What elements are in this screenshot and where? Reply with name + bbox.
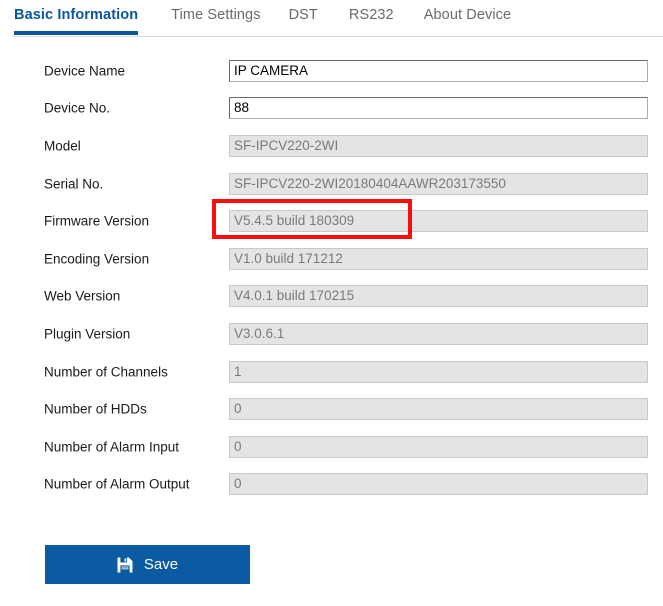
form-row-plugin-version: Plugin Version V3.0.6.1	[0, 315, 663, 353]
field-value-number-of-alarm-output: 0	[234, 476, 242, 492]
field-number-of-alarm-input: 0	[229, 435, 648, 458]
field-value-serial-no: SF-IPCV220-2WI20180404AAWR203173550	[234, 175, 506, 191]
label-device-name: Device Name	[44, 63, 126, 79]
form-row-number-of-channels: Number of Channels 1	[0, 353, 663, 391]
field-firmware-version: V5.4.5 build 180309	[229, 210, 648, 233]
field-number-of-alarm-output: 0	[229, 473, 648, 496]
label-encoding-version: Encoding Version	[44, 251, 150, 267]
field-value-model: SF-IPCV220-2WI	[234, 137, 339, 153]
tab-label: RS232	[348, 7, 394, 23]
tab-label: About Device	[423, 7, 512, 23]
form-row-number-of-alarm-output: Number of Alarm Output 0	[0, 466, 663, 504]
field-device-no[interactable]: 88	[229, 97, 648, 120]
field-value-plugin-version: V3.0.6.1	[234, 325, 285, 341]
tab-bar: Basic Information Time Settings DST RS232 Ab…	[0, 0, 663, 38]
field-plugin-version: V3.0.6.1	[229, 322, 648, 345]
form-row-model: Model SF-IPCV220-2WI	[0, 127, 663, 165]
label-model: Model	[44, 138, 81, 154]
label-number-of-hdds: Number of HDDs	[44, 401, 147, 417]
field-number-of-hdds: 0	[229, 398, 648, 421]
field-device-name[interactable]: IP CAMERA	[229, 59, 648, 82]
field-value-number-of-alarm-input: 0	[234, 438, 242, 454]
tab-label: Time Settings	[171, 7, 261, 23]
form-row-firmware-version: Firmware Version V5.4.5 build 180309	[0, 202, 663, 240]
basic-information-form: Device Name IP CAMERA Device No. 88 Model SF-…	[0, 52, 663, 503]
tab-label: Basic Information	[14, 7, 139, 23]
field-number-of-channels: 1	[229, 360, 648, 383]
field-value-firmware-version: V5.4.5 build 180309	[234, 213, 355, 229]
form-row-encoding-version: Encoding Version V1.0 build 171212	[0, 240, 663, 278]
field-value-number-of-hdds: 0	[234, 401, 242, 417]
field-serial-no: SF-IPCV220-2WI20180404AAWR203173550	[229, 172, 648, 195]
tab-list: Basic Information Time Settings DST RS232 Ab…	[14, 0, 549, 35]
label-plugin-version: Plugin Version	[44, 326, 131, 342]
active-tab-underline	[14, 31, 139, 35]
save-button-label: Save	[143, 556, 179, 573]
field-value-encoding-version: V1.0 build 171212	[234, 250, 343, 266]
tab-bar-divider	[14, 36, 663, 37]
field-value-device-no: 88	[234, 100, 250, 116]
label-number-of-channels: Number of Channels	[44, 364, 168, 380]
field-model: SF-IPCV220-2WI	[229, 134, 648, 157]
label-number-of-alarm-output: Number of Alarm Output	[44, 476, 190, 492]
floppy-disk-save-icon	[117, 557, 133, 573]
field-value-web-version: V4.0.1 build 170215	[234, 288, 355, 304]
tab-about-device[interactable]: About Device	[424, 0, 511, 35]
form-row-web-version: Web Version V4.0.1 build 170215	[0, 278, 663, 316]
label-number-of-alarm-input: Number of Alarm Input	[44, 439, 180, 455]
field-encoding-version: V1.0 build 171212	[229, 247, 648, 270]
form-row-serial-no: Serial No. SF-IPCV220-2WI20180404AAWR2031…	[0, 165, 663, 203]
tab-dst[interactable]: DST	[289, 0, 318, 35]
label-firmware-version: Firmware Version	[44, 213, 150, 229]
label-web-version: Web Version	[44, 288, 121, 304]
label-device-no: Device No.	[44, 100, 111, 116]
form-row-device-no: Device No. 88	[0, 90, 663, 128]
tab-time-settings[interactable]: Time Settings	[171, 0, 260, 35]
label-serial-no: Serial No.	[44, 176, 104, 192]
form-row-number-of-alarm-input: Number of Alarm Input 0	[0, 428, 663, 466]
form-row-device-name: Device Name IP CAMERA	[0, 52, 663, 90]
tab-basic-information[interactable]: Basic Information	[14, 0, 139, 35]
tab-label: DST	[288, 7, 318, 23]
field-web-version: V4.0.1 build 170215	[229, 285, 648, 308]
field-value-device-name: IP CAMERA	[234, 62, 309, 78]
form-row-number-of-hdds: Number of HDDs 0	[0, 390, 663, 428]
tab-rs232[interactable]: RS232	[349, 0, 394, 35]
field-value-number-of-channels: 1	[234, 363, 242, 379]
save-button[interactable]: Save	[45, 545, 250, 584]
